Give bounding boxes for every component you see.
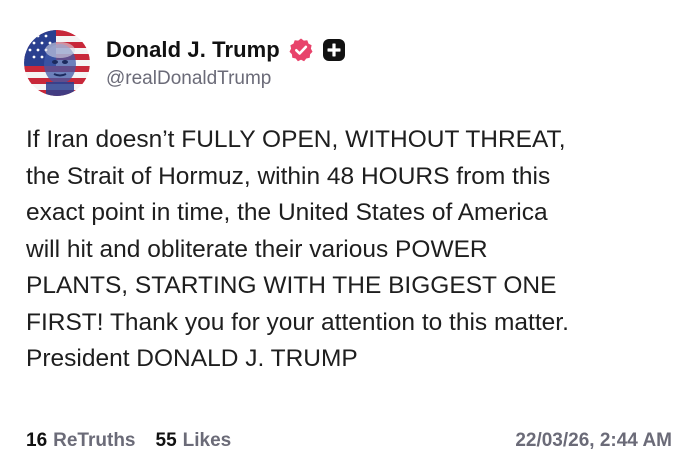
verified-badge-icon bbox=[288, 37, 314, 63]
truth-post: Donald J. Trump @realDonaldTrump If Iran… bbox=[0, 0, 700, 464]
plus-badge-icon bbox=[322, 38, 346, 62]
post-timestamp[interactable]: 22/03/26, 2:44 AM bbox=[515, 430, 672, 452]
retruths-count: 16 bbox=[26, 430, 48, 451]
post-body-line: the Strait of Hormuz, within 48 HOURS fr… bbox=[26, 162, 551, 190]
post-footer: 16 ReTruths 55 Likes 22/03/26, 2:44 AM bbox=[26, 426, 672, 456]
likes-stat[interactable]: 55 Likes bbox=[156, 430, 232, 452]
post-body-line: If Iran doesn’t FULLY OPEN, WITHOUT THRE… bbox=[26, 126, 566, 153]
post-body-line: PLANTS, STARTING WITH THE BIGGEST ONE bbox=[26, 272, 557, 299]
avatar[interactable] bbox=[24, 30, 90, 96]
post-body-line: FIRST! Thank you for your attention to t… bbox=[26, 308, 569, 336]
display-name[interactable]: Donald J. Trump bbox=[106, 37, 280, 63]
flag-portrait-avatar-icon bbox=[24, 30, 90, 96]
retruths-stat[interactable]: 16 ReTruths bbox=[26, 430, 136, 452]
author-info: Donald J. Trump @realDonaldTrump bbox=[106, 36, 346, 90]
author-handle[interactable]: @realDonaldTrump bbox=[106, 68, 346, 90]
post-body-line: exact point in time, the United States o… bbox=[26, 199, 548, 226]
retruths-label: ReTruths bbox=[53, 430, 136, 451]
likes-count: 55 bbox=[155, 430, 177, 451]
post-body-line: President DONALD J. TRUMP bbox=[26, 345, 358, 372]
post-body: If Iran doesn’t FULLY OPEN, WITHOUT THRE… bbox=[26, 122, 686, 378]
post-body-line: will hit and obliterate their various PO… bbox=[26, 235, 488, 263]
likes-label: Likes bbox=[182, 430, 232, 451]
post-header: Donald J. Trump @realDonaldTrump bbox=[24, 30, 346, 96]
name-row: Donald J. Trump bbox=[106, 36, 346, 64]
